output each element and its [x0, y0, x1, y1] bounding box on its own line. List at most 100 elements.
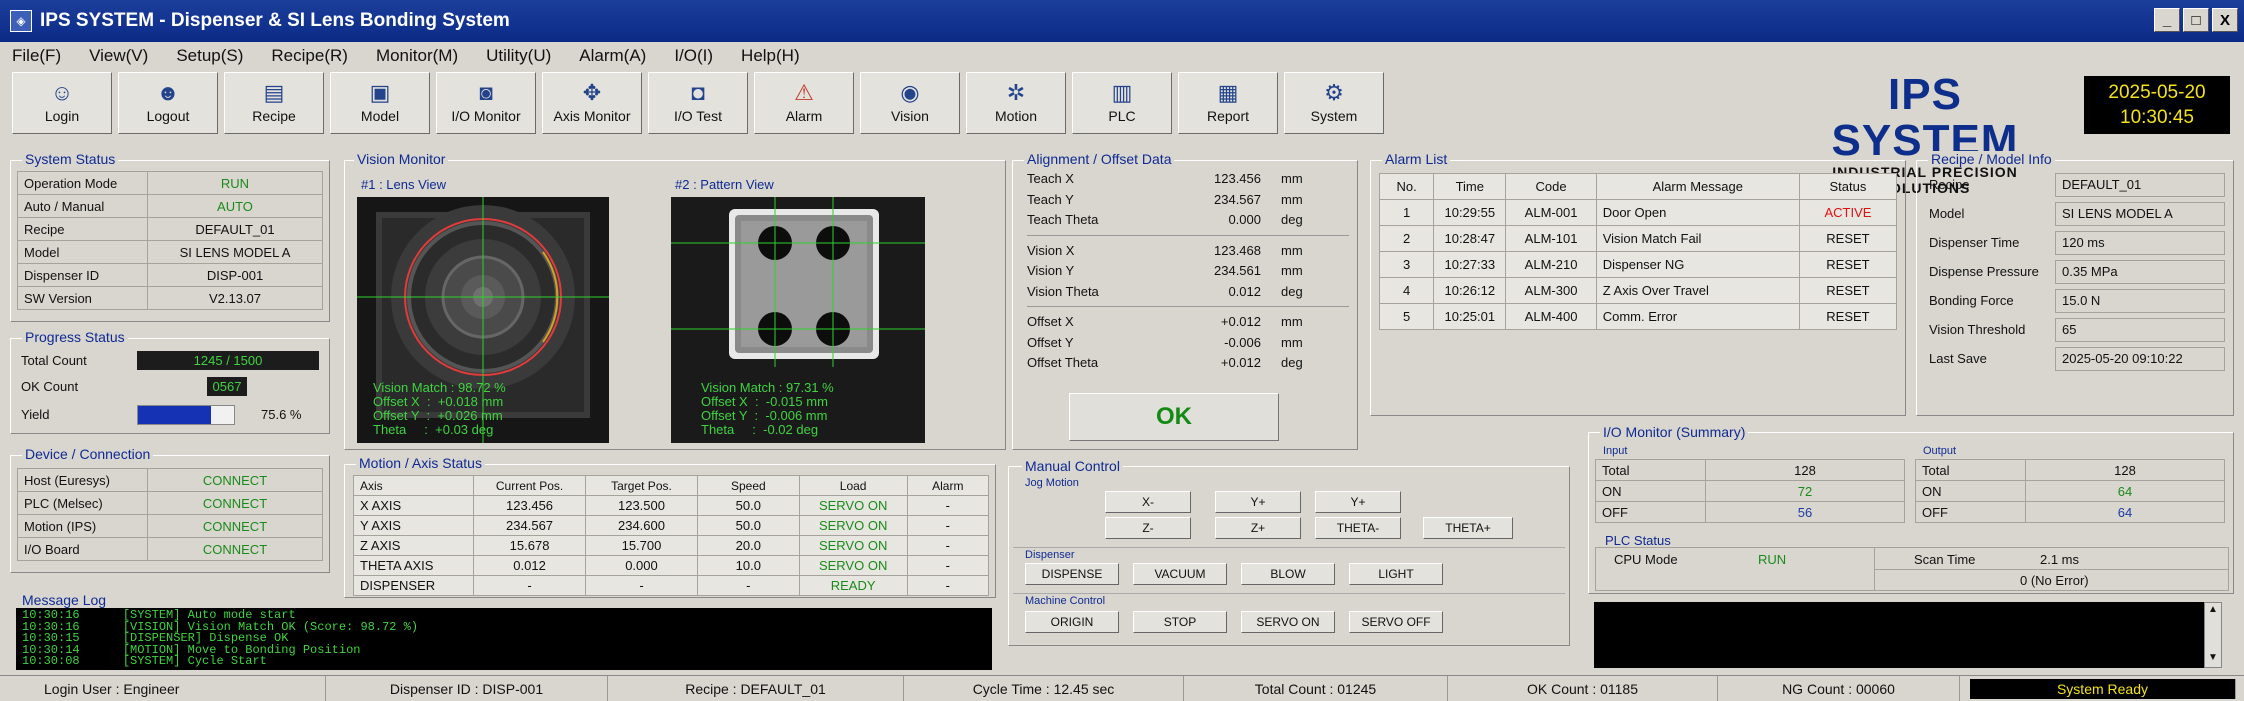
vision-icon: ◉: [900, 80, 920, 105]
axis-row[interactable]: Y AXIS 234.567 234.600 50.0 SERVO ON -: [352, 515, 990, 536]
total-count-status: Total Count : 01245: [1184, 676, 1448, 701]
axis-cell: Z AXIS: [352, 535, 475, 556]
report-button[interactable]: ▦ Report: [1178, 72, 1278, 134]
menu-utility[interactable]: Utility(U): [486, 46, 551, 66]
axis-row[interactable]: Z AXIS 15.678 15.700 20.0 SERVO ON -: [352, 535, 990, 556]
minimize-button[interactable]: _: [2154, 8, 2180, 32]
status-bar: Login User : Engineer Dispenser ID : DIS…: [0, 675, 2244, 701]
axis-cell: 123.456: [473, 495, 587, 516]
cpu-mode-label: CPU Mode: [1614, 552, 1678, 567]
menu-alarm[interactable]: Alarm(A): [579, 46, 646, 66]
axis-cell: -: [906, 555, 990, 576]
plc-output-scrollbar[interactable]: ▲ ▼: [2204, 602, 2222, 668]
servo-on-button[interactable]: SERVO ON: [1241, 611, 1335, 633]
io-label: ON: [1595, 480, 1706, 502]
axis-row[interactable]: THETA AXIS 0.012 0.000 10.0 SERVO ON -: [352, 555, 990, 576]
axis-cell: 123.500: [585, 495, 698, 516]
recipe-button[interactable]: ▤ Recipe: [224, 72, 324, 134]
jog-z-plus-button[interactable]: Z+: [1215, 517, 1301, 539]
model-value: SI LENS MODEL A: [147, 240, 323, 264]
plc-button[interactable]: ▥ PLC: [1072, 72, 1172, 134]
recipe-info-title: Recipe / Model Info: [1928, 151, 2055, 167]
io-value: 128: [2025, 459, 2225, 481]
scroll-up-icon[interactable]: ▲: [2205, 603, 2221, 617]
alarm-row[interactable]: 2 10:28:47 ALM-101 Vision Match Fail RESET: [1378, 225, 1898, 252]
motion-icon: ✲: [1006, 80, 1026, 105]
axis-monitor-button[interactable]: ✥ Axis Monitor: [542, 72, 642, 134]
vision-button[interactable]: ◉ Vision: [860, 72, 960, 134]
pattern-view-image[interactable]: Vision Match : 97.31 % Offset X : -0.015…: [671, 197, 925, 443]
plc-status-title: PLC Status: [1605, 533, 1671, 548]
alarm-row[interactable]: 3 10:27:33 ALM-210 Dispenser NG RESET: [1378, 251, 1898, 278]
login-button[interactable]: ☺ Login: [12, 72, 112, 134]
light-button[interactable]: LIGHT: [1349, 563, 1443, 585]
motion-column-header: Alarm: [906, 475, 990, 496]
jog-y-plus-button[interactable]: Y+: [1215, 491, 1301, 513]
device-title: Device / Connection: [22, 446, 154, 462]
axis-cell: -: [906, 535, 990, 556]
alignment-label: Vision X: [1027, 242, 1075, 258]
menu-io[interactable]: I/O(I): [674, 46, 713, 66]
jog-z-minus-button[interactable]: Z-: [1105, 517, 1191, 539]
jog-x-minus-button[interactable]: X-: [1105, 491, 1191, 513]
total-count-display: 1245 / 1500: [137, 351, 319, 370]
menu-monitor[interactable]: Monitor(M): [376, 46, 458, 66]
axis-row[interactable]: X AXIS 123.456 123.500 50.0 SERVO ON -: [352, 495, 990, 516]
io-value: 128: [1705, 459, 1905, 481]
menu-view[interactable]: View(V): [89, 46, 148, 66]
alignment-unit: mm: [1281, 191, 1303, 207]
jog-theta-minus-button[interactable]: THETA-: [1315, 517, 1401, 539]
recipe-status: Recipe : DEFAULT_01: [608, 676, 904, 701]
lens-view-image[interactable]: Vision Match : 98.72 % Offset X : +0.018…: [357, 197, 609, 443]
jog-y-plus-button-2[interactable]: Y+: [1315, 491, 1401, 513]
alarm-row[interactable]: 4 10:26:12 ALM-300 Z Axis Over Travel RESET: [1378, 277, 1898, 304]
stop-button[interactable]: STOP: [1133, 611, 1227, 633]
dispense-button[interactable]: DISPENSE: [1025, 563, 1119, 585]
origin-button[interactable]: ORIGIN: [1025, 611, 1119, 633]
axis-cell: -: [906, 575, 990, 596]
alarm-cell: ALM-400: [1505, 303, 1597, 330]
close-button[interactable]: X: [2212, 8, 2238, 32]
vacuum-button[interactable]: VACUUM: [1133, 563, 1227, 585]
lens-view-readout: Vision Match : 98.72 % Offset X : +0.018…: [373, 380, 506, 437]
servo-off-button[interactable]: SERVO OFF: [1349, 611, 1443, 633]
plc-connection-status: CONNECT: [147, 491, 323, 515]
message-log[interactable]: 10:30:16 [SYSTEM] Auto mode start 10:30:1…: [16, 608, 992, 670]
recipe-info-value: DEFAULT_01: [2055, 173, 2225, 197]
menu-setup[interactable]: Setup(S): [176, 46, 243, 66]
divider: [1013, 547, 1565, 548]
system-button[interactable]: ⚙ System: [1284, 72, 1384, 134]
alarm-cell: Vision Match Fail: [1595, 225, 1800, 252]
axis-cell: 15.700: [585, 535, 698, 556]
alarm-row[interactable]: 5 10:25:01 ALM-400 Comm. Error RESET: [1378, 303, 1898, 330]
scroll-down-icon[interactable]: ▼: [2205, 651, 2221, 665]
ok-count-label: OK Count: [21, 379, 79, 394]
recipe-info-label: Dispense Pressure: [1929, 264, 2039, 279]
alarm-button[interactable]: ⚠ Alarm: [754, 72, 854, 134]
dispenser-id-value: DISP-001: [147, 263, 323, 287]
blow-button[interactable]: BLOW: [1241, 563, 1335, 585]
cycle-time-status: Cycle Time : 12.45 sec: [904, 676, 1184, 701]
axis-row[interactable]: DISPENSER - - - READY -: [352, 575, 990, 596]
axis-cell: 0.000: [585, 555, 698, 576]
menu-help[interactable]: Help(H): [741, 46, 800, 66]
recipe-icon: ▤: [263, 80, 285, 105]
motion-button[interactable]: ✲ Motion: [966, 72, 1066, 134]
model-button[interactable]: ▣ Model: [330, 72, 430, 134]
progress-title: Progress Status: [22, 329, 128, 345]
yield-label: Yield: [21, 407, 50, 422]
alignment-row: Vision Y 234.561 mm: [1027, 263, 1349, 283]
axis-cell: -: [585, 575, 698, 596]
alignment-value: 234.567: [1214, 191, 1261, 207]
alarm-cell: ALM-210: [1505, 251, 1597, 278]
alignment-unit: deg: [1281, 355, 1303, 370]
logout-button[interactable]: ☻ Logout: [118, 72, 218, 134]
menu-file[interactable]: File(F): [12, 46, 61, 66]
menu-recipe[interactable]: Recipe(R): [271, 46, 348, 66]
maximize-button[interactable]: □: [2183, 8, 2209, 32]
io-monitor-button[interactable]: ◙ I/O Monitor: [436, 72, 536, 134]
io-test-button[interactable]: ◘ I/O Test: [648, 72, 748, 134]
alarm-column-header: Time: [1433, 173, 1507, 200]
jog-theta-plus-button[interactable]: THETA+: [1423, 517, 1513, 539]
alarm-row[interactable]: 1 10:29:55 ALM-001 Door Open ACTIVE: [1378, 199, 1898, 226]
